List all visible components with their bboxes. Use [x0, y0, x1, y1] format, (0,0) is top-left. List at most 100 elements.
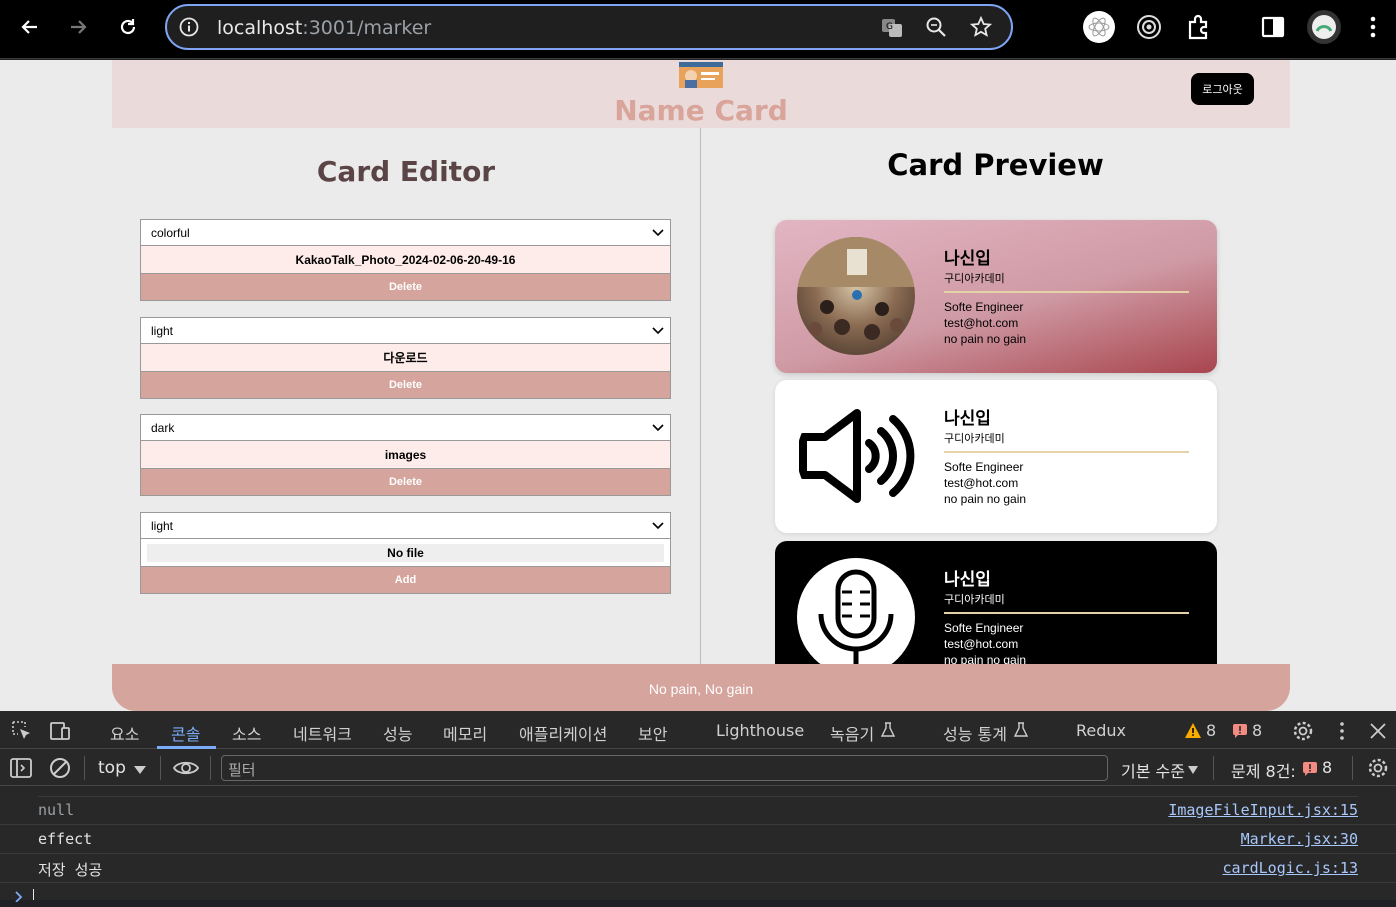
- file-input-button[interactable]: images: [141, 441, 670, 469]
- tab-console[interactable]: 콘솔: [171, 721, 200, 745]
- theme-select[interactable]: dark: [141, 415, 670, 441]
- close-icon[interactable]: [1369, 722, 1387, 745]
- extensions-puzzle-icon[interactable]: [1185, 13, 1213, 46]
- app-footer: No pain, No gain: [112, 664, 1290, 711]
- translate-icon[interactable]: G: [880, 16, 904, 45]
- console-source-link[interactable]: ImageFileInput.jsx:15: [1168, 801, 1358, 819]
- browser-toolbar: localhost:3001/marker G: [0, 0, 1396, 59]
- theme-select[interactable]: light: [141, 318, 670, 344]
- tab-redux[interactable]: Redux: [1076, 721, 1126, 740]
- recording-extension-icon[interactable]: [1136, 14, 1162, 45]
- caret-down-icon[interactable]: [133, 762, 147, 780]
- chevron-down-icon: [650, 419, 666, 438]
- tab-sources[interactable]: 소스: [232, 721, 261, 745]
- tab-security[interactable]: 보안: [638, 721, 667, 745]
- sidebar-toggle-icon[interactable]: [10, 757, 32, 784]
- issues-number[interactable]: 8: [1322, 758, 1332, 777]
- card-divider: [944, 291, 1189, 293]
- card-message: no pain no gain: [944, 332, 1027, 346]
- delete-button[interactable]: Delete: [141, 274, 670, 300]
- card-edit-form: colorful KakaoTalk_Photo_2024-02-06-20-4…: [140, 219, 671, 301]
- tab-performance[interactable]: 성능: [383, 721, 412, 745]
- file-input-button[interactable]: 다운로드: [141, 344, 670, 372]
- console-settings-gear-icon[interactable]: [1367, 757, 1389, 784]
- card-edit-form: light 다운로드 Delete: [140, 317, 671, 399]
- delete-button[interactable]: Delete: [141, 469, 670, 495]
- caret-down-icon[interactable]: [1187, 762, 1199, 780]
- card-job-title: Softe Engineer: [944, 300, 1024, 314]
- preview-title: Card Preview: [887, 148, 1104, 182]
- bookmark-star-icon[interactable]: [969, 15, 993, 43]
- card-email: test@hot.com: [944, 476, 1019, 490]
- chevron-down-icon: [650, 224, 666, 243]
- tab-performance-insights[interactable]: 성능 통계: [943, 721, 1007, 745]
- console-log-row: effect Marker.jsx:30: [0, 825, 1396, 854]
- url-text[interactable]: localhost:3001/marker: [217, 17, 431, 39]
- issue-count[interactable]: 8: [1252, 721, 1262, 740]
- toolbar-separator: [84, 756, 85, 780]
- card-company: 구디아카데미: [944, 272, 1005, 285]
- devtools-panel: 요소 콘솔 소스 네트워크 성능 메모리 애플리케이션 보안 Lighthous…: [0, 711, 1396, 903]
- issues-label[interactable]: 문제 8건:: [1231, 758, 1296, 782]
- name-card-logo-icon: [679, 60, 723, 90]
- address-bar[interactable]: localhost:3001/marker G: [165, 4, 1013, 50]
- reload-icon[interactable]: [111, 10, 145, 44]
- tab-elements[interactable]: 요소: [110, 721, 139, 745]
- file-input-button[interactable]: No file: [141, 539, 670, 567]
- theme-select-value: colorful: [151, 226, 190, 240]
- tab-network[interactable]: 네트워크: [293, 721, 352, 745]
- toolbar-separator: [210, 756, 211, 780]
- warning-count[interactable]: 8: [1206, 721, 1216, 740]
- profile-avatar-icon[interactable]: [1306, 9, 1342, 50]
- file-input-label: No file: [147, 543, 664, 562]
- add-button[interactable]: Add: [141, 567, 670, 593]
- chevron-down-icon: [650, 322, 666, 341]
- card-add-form: light No file Add: [140, 512, 671, 594]
- issue-flag-icon[interactable]: [1303, 762, 1317, 781]
- theme-select[interactable]: colorful: [141, 220, 670, 246]
- clear-console-icon[interactable]: [49, 757, 71, 784]
- forward-icon[interactable]: [61, 10, 95, 44]
- console-input-caret[interactable]: [33, 889, 34, 900]
- issue-flag-icon[interactable]: [1233, 724, 1247, 743]
- file-input-button[interactable]: KakaoTalk_Photo_2024-02-06-20-49-16: [141, 246, 670, 274]
- card-message: no pain no gain: [944, 492, 1027, 506]
- tab-application[interactable]: 애플리케이션: [519, 721, 607, 745]
- console-message: 저장 성공: [38, 861, 103, 879]
- theme-select[interactable]: light: [141, 513, 670, 539]
- tab-lighthouse[interactable]: Lighthouse: [716, 721, 804, 740]
- react-devtools-extension-icon[interactable]: [1083, 11, 1115, 48]
- log-level-select[interactable]: 기본 수준: [1121, 758, 1185, 782]
- back-icon[interactable]: [13, 10, 47, 44]
- more-options-icon[interactable]: [1334, 720, 1350, 747]
- console-message: effect: [38, 830, 93, 848]
- card-company: 구디아카데미: [944, 432, 1005, 445]
- toolbar-separator: [1213, 756, 1214, 780]
- browser-menu-icon[interactable]: [1362, 14, 1384, 45]
- live-expression-eye-icon[interactable]: [172, 759, 200, 782]
- tab-recorder[interactable]: 녹음기: [830, 721, 874, 745]
- editor-title: Card Editor: [316, 155, 496, 188]
- tab-memory[interactable]: 메모리: [443, 721, 487, 745]
- device-toolbar-icon[interactable]: [49, 720, 71, 747]
- warning-icon[interactable]: [1185, 723, 1201, 743]
- side-panel-icon[interactable]: [1261, 15, 1285, 44]
- inspect-element-icon[interactable]: [11, 720, 33, 747]
- delete-button[interactable]: Delete: [141, 372, 670, 398]
- console-source-link[interactable]: Marker.jsx:30: [1241, 830, 1358, 848]
- chevron-down-icon: [650, 517, 666, 536]
- console-filter-input[interactable]: 필터: [221, 755, 1108, 781]
- svg-text:G: G: [886, 22, 893, 32]
- card-divider: [944, 612, 1189, 614]
- context-selector[interactable]: top: [98, 758, 126, 778]
- console-source-link[interactable]: cardLogic.js:13: [1223, 859, 1358, 877]
- console-toolbar: top 필터 기본 수준 문제 8건: 8: [0, 750, 1396, 786]
- card-preview-colorful: 나신입 구디아카데미 Softe Engineer test@hot.com n…: [775, 220, 1217, 373]
- settings-gear-icon[interactable]: [1292, 720, 1314, 747]
- logout-button[interactable]: 로그아웃: [1191, 73, 1254, 105]
- site-info-icon[interactable]: [179, 17, 199, 42]
- card-job-title: Softe Engineer: [944, 621, 1024, 635]
- theme-select-value: light: [151, 519, 174, 533]
- theme-select-value: light: [151, 324, 174, 338]
- zoom-icon[interactable]: [925, 16, 947, 43]
